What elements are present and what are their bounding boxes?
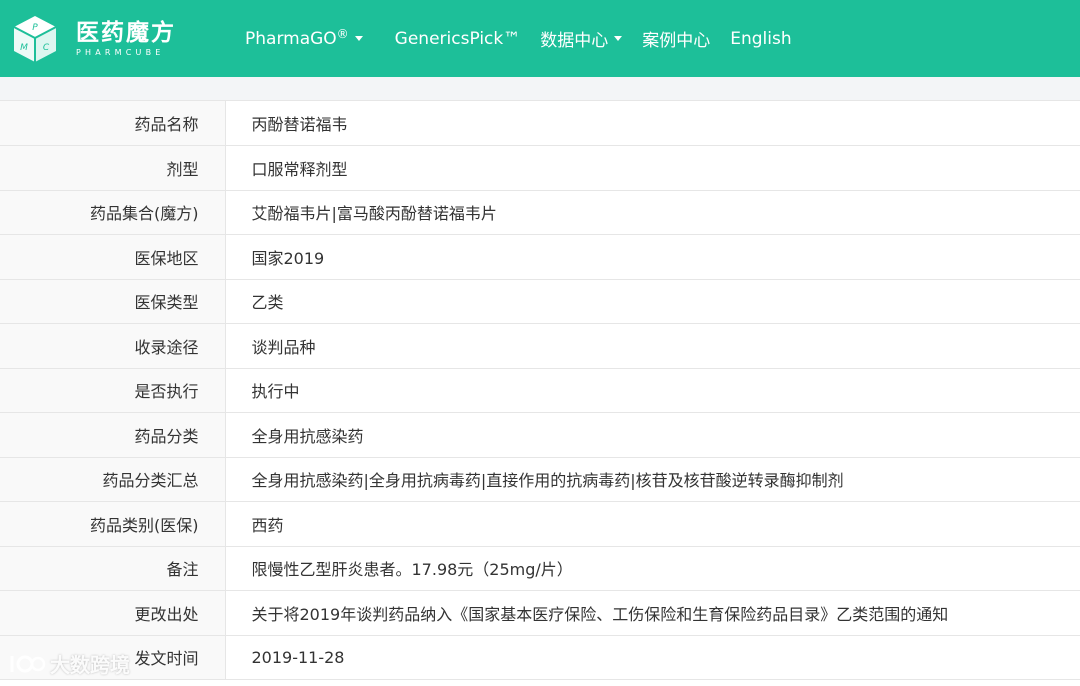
row-value: 谈判品种	[225, 323, 1080, 369]
watermark-text: 大数跨境	[50, 653, 130, 677]
row-label: 剂型	[0, 145, 226, 191]
chevron-down-icon	[354, 36, 363, 41]
nav-pharmago-label: PharmaGO	[245, 28, 337, 49]
row-value: 艾酚福韦片|富马酸丙酚替诺福韦片	[225, 190, 1080, 235]
row-value: 执行中	[225, 368, 1080, 413]
svg-text:C: C	[43, 43, 50, 53]
row-value: 丙酚替诺福韦	[225, 101, 1080, 146]
brand-logo[interactable]: P M C 医药魔方 PHARMCUBE	[10, 14, 215, 64]
nav-case-center[interactable]: 案例中心	[642, 0, 710, 77]
nav-data-center[interactable]: 数据中心	[540, 0, 623, 77]
row-label: 药品集合(魔方)	[0, 190, 226, 235]
row-value: 西药	[225, 501, 1080, 547]
brand-name-en: PHARMCUBE	[76, 48, 165, 57]
table-row: 剂型 口服常释剂型	[0, 145, 1080, 191]
nav-data-center-label: 数据中心	[540, 31, 609, 51]
content-top-bar	[0, 77, 1080, 101]
row-label: 是否执行	[0, 368, 226, 413]
watermark: 大数跨境	[8, 649, 130, 678]
row-value: 全身用抗感染药	[225, 412, 1080, 458]
svg-text:P: P	[32, 23, 38, 33]
row-value: 关于将2019年谈判药品纳入《国家基本医疗保险、工伤保险和生育保险药品目录》乙类…	[225, 590, 1080, 636]
row-label: 医保地区	[0, 234, 226, 280]
watermark-logo-icon	[10, 655, 46, 672]
chevron-down-icon	[614, 36, 623, 41]
table-row: 医保类型 乙类	[0, 279, 1080, 324]
row-label: 备注	[0, 546, 226, 591]
table-row: 收录途径 谈判品种	[0, 323, 1080, 369]
nav-pharmago[interactable]: PharmaGO ®	[245, 0, 363, 77]
brand-name-cn: 医药魔方	[76, 20, 176, 46]
table-row: 是否执行 执行中	[0, 368, 1080, 413]
table-row: 医保地区 国家2019	[0, 234, 1080, 280]
svg-text:M: M	[20, 43, 28, 53]
row-label: 收录途径	[0, 323, 226, 369]
table-row: 药品类别(医保) 西药	[0, 501, 1080, 547]
nav-english[interactable]: English	[730, 0, 791, 77]
nav-genericspick[interactable]: GenericsPick™	[395, 0, 521, 77]
table-row: 药品分类汇总 全身用抗感染药|全身用抗病毒药|直接作用的抗病毒药|核苷及核苷酸逆转…	[0, 457, 1080, 502]
drug-detail-table: 药品名称 丙酚替诺福韦 剂型 口服常释剂型 药品集合(魔方) 艾酚福韦片|富马酸丙酚替诺福…	[0, 101, 1080, 680]
table-row: 发文时间 2019-11-28	[0, 635, 1080, 680]
row-value: 国家2019	[225, 234, 1080, 280]
row-label: 药品类别(医保)	[0, 501, 226, 547]
table-row: 更改出处 关于将2019年谈判药品纳入《国家基本医疗保险、工伤保险和生育保险药品目…	[0, 590, 1080, 636]
cube-logo-icon: P M C	[13, 15, 57, 62]
row-label: 医保类型	[0, 279, 226, 324]
main-nav: PharmaGO ® GenericsPick™ 数据中心 案例中心 Englis…	[215, 0, 792, 77]
row-label: 药品分类	[0, 412, 226, 458]
row-value: 口服常释剂型	[225, 145, 1080, 191]
table-row: 备注 限慢性乙型肝炎患者。17.98元（25mg/片）	[0, 546, 1080, 591]
row-label: 更改出处	[0, 590, 226, 636]
row-value: 2019-11-28	[225, 635, 1080, 680]
table-row: 药品分类 全身用抗感染药	[0, 412, 1080, 458]
row-label: 药品名称	[0, 101, 226, 146]
top-navbar: P M C 医药魔方 PHARMCUBE PharmaGO ® GenericsP…	[0, 0, 1080, 77]
row-value: 全身用抗感染药|全身用抗病毒药|直接作用的抗病毒药|核苷及核苷酸逆转录酶抑制剂	[225, 457, 1080, 502]
registered-mark: ®	[336, 26, 349, 41]
table-row: 药品集合(魔方) 艾酚福韦片|富马酸丙酚替诺福韦片	[0, 190, 1080, 235]
row-value: 乙类	[225, 279, 1080, 324]
row-value: 限慢性乙型肝炎患者。17.98元（25mg/片）	[225, 546, 1080, 591]
row-label: 药品分类汇总	[0, 457, 226, 502]
table-row: 药品名称 丙酚替诺福韦	[0, 101, 1080, 146]
